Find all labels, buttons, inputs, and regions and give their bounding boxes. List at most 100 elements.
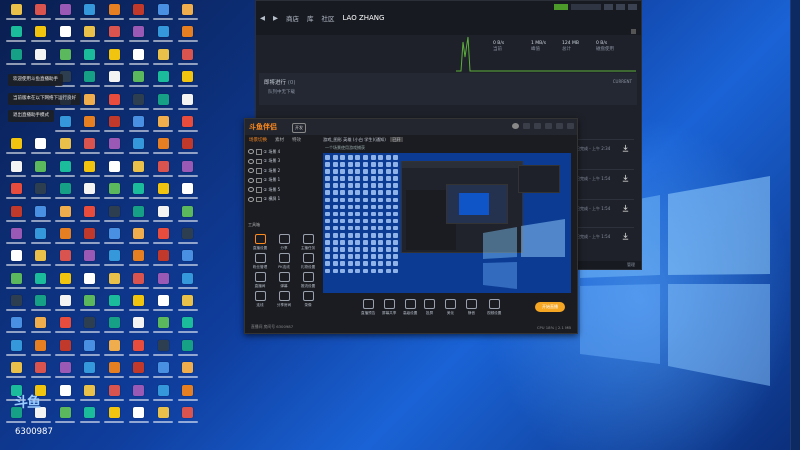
desktop-shortcut-icon[interactable] — [176, 2, 200, 24]
desktop-shortcut-icon[interactable] — [4, 204, 28, 226]
toolbar-button[interactable]: 高级设置 — [403, 299, 417, 316]
desktop-shortcut-icon[interactable] — [127, 360, 151, 382]
desktop-shortcut-icon[interactable] — [29, 226, 53, 248]
desktop-shortcut-icon[interactable] — [78, 2, 102, 24]
desktop-shortcut-icon[interactable] — [78, 69, 102, 91]
desktop-shortcut-icon[interactable] — [127, 271, 151, 293]
desktop-shortcut-icon[interactable] — [102, 136, 126, 158]
desktop-shortcut-icon[interactable] — [176, 24, 200, 46]
desktop-shortcut-icon[interactable] — [53, 159, 77, 181]
toolbar-button[interactable]: 直播预告 — [361, 299, 375, 316]
back-arrow-icon[interactable]: ◀ — [260, 14, 265, 22]
lock-icon[interactable] — [256, 158, 262, 164]
desktop-shortcut-icon[interactable] — [176, 181, 200, 203]
eye-icon[interactable] — [248, 158, 254, 164]
desktop-shortcut-icon[interactable] — [53, 47, 77, 69]
eye-icon[interactable] — [248, 196, 254, 202]
desktop-shortcut-icon[interactable] — [102, 338, 126, 360]
desktop-shortcut-icon[interactable] — [151, 383, 175, 405]
desktop-shortcut-icon[interactable] — [102, 315, 126, 337]
desktop-shortcut-icon[interactable] — [151, 338, 175, 360]
desktop-shortcut-icon[interactable] — [4, 315, 28, 337]
close-button[interactable] — [628, 4, 637, 10]
desktop-shortcut-icon[interactable] — [127, 204, 151, 226]
desktop-shortcut-icon[interactable] — [102, 181, 126, 203]
desktop-shortcut-icon[interactable] — [151, 271, 175, 293]
minimize-button[interactable] — [556, 123, 563, 129]
desktop-shortcut-icon[interactable] — [4, 136, 28, 158]
desktop-shortcut-icon[interactable] — [53, 2, 77, 24]
desktop-shortcut-icon[interactable] — [176, 204, 200, 226]
toolbar-button[interactable]: 美化 — [445, 299, 456, 316]
desktop-shortcut-icon[interactable] — [127, 2, 151, 24]
desktop-shortcut-icon[interactable] — [151, 248, 175, 270]
desktop-shortcut-icon[interactable] — [127, 315, 151, 337]
desktop-shortcut-icon[interactable] — [53, 226, 77, 248]
desktop-shortcut-icon[interactable] — [53, 293, 77, 315]
desktop-shortcut-icon[interactable] — [4, 47, 28, 69]
scene-item[interactable]: ① 场景 5 — [248, 185, 318, 195]
tab-scenes[interactable]: 场景切换 — [249, 137, 267, 143]
desktop-shortcut-icon[interactable] — [78, 159, 102, 181]
desktop-shortcut-icon[interactable] — [4, 248, 28, 270]
desktop-shortcut-icon[interactable] — [102, 204, 126, 226]
toolbar-button[interactable]: 屏幕共享 — [382, 299, 396, 316]
desktop-shortcut-icon[interactable] — [78, 315, 102, 337]
desktop-shortcut-icon[interactable] — [176, 360, 200, 382]
mail-icon[interactable] — [523, 123, 530, 129]
toolbox-item[interactable]: PK连线 — [272, 253, 296, 272]
desktop-shortcut-icon[interactable] — [176, 92, 200, 114]
desktop-shortcut-icon[interactable] — [78, 181, 102, 203]
toolbar-button[interactable]: 投屏 — [424, 299, 435, 316]
eye-icon[interactable] — [248, 168, 254, 174]
download-icon[interactable] — [621, 232, 630, 241]
desktop-shortcut-icon[interactable] — [151, 159, 175, 181]
desktop-shortcut-icon[interactable] — [29, 338, 53, 360]
desktop-shortcut-icon[interactable] — [151, 315, 175, 337]
desktop-shortcut-icon[interactable] — [78, 92, 102, 114]
eye-icon[interactable] — [248, 149, 254, 155]
manage-label[interactable]: 管理 — [627, 262, 635, 268]
desktop-shortcut-icon[interactable] — [151, 293, 175, 315]
desktop-shortcut-icon[interactable] — [102, 248, 126, 270]
desktop-shortcut-icon[interactable] — [4, 159, 28, 181]
scene-item[interactable]: ① 场景 2 — [248, 166, 318, 176]
desktop-shortcut-icon[interactable] — [53, 338, 77, 360]
desktop-shortcut-icon[interactable] — [127, 226, 151, 248]
desktop-shortcut-icon[interactable] — [127, 248, 151, 270]
toolbox-item[interactable]: 直播设置 — [248, 234, 272, 253]
desktop-shortcut-icon[interactable] — [151, 24, 175, 46]
desktop-shortcut-icon[interactable] — [151, 226, 175, 248]
download-icon[interactable] — [621, 174, 630, 183]
desktop-shortcut-icon[interactable] — [176, 248, 200, 270]
desktop-shortcut-icon[interactable] — [151, 360, 175, 382]
avatar[interactable] — [512, 123, 519, 129]
desktop-shortcut-icon[interactable] — [127, 47, 151, 69]
desktop-shortcut-icon[interactable] — [151, 47, 175, 69]
desktop-shortcut-icon[interactable] — [29, 293, 53, 315]
minimize-button[interactable] — [604, 4, 613, 10]
desktop-shortcut-icon[interactable] — [176, 271, 200, 293]
desktop-shortcut-icon[interactable] — [176, 315, 200, 337]
toolbox-item[interactable]: 主播任务 — [296, 234, 320, 253]
desktop-shortcut-icon[interactable] — [176, 383, 200, 405]
tab-sources[interactable]: 素材 — [275, 137, 284, 143]
desktop-shortcut-icon[interactable] — [102, 2, 126, 24]
desktop-shortcut-icon[interactable] — [127, 293, 151, 315]
toolbar-button[interactable]: 视频设置 — [487, 299, 501, 316]
nav-community[interactable]: 社区 — [322, 13, 335, 23]
desktop-shortcut-icon[interactable] — [102, 24, 126, 46]
desktop-shortcut-icon[interactable] — [78, 405, 102, 427]
notification-icon[interactable] — [554, 4, 568, 10]
toolbox-item[interactable]: 礼物设置 — [296, 253, 320, 272]
desktop-shortcut-icon[interactable] — [78, 136, 102, 158]
desktop-shortcut-icon[interactable] — [151, 114, 175, 136]
toolbox-item[interactable]: 分享房间 — [272, 291, 296, 310]
lock-icon[interactable] — [256, 196, 262, 202]
desktop-shortcut-icon[interactable] — [29, 181, 53, 203]
desktop-shortcut-icon[interactable] — [102, 92, 126, 114]
desktop-shortcut-icon[interactable] — [53, 315, 77, 337]
desktop-shortcut-icon[interactable] — [176, 226, 200, 248]
desktop-shortcut-icon[interactable] — [127, 338, 151, 360]
desktop-shortcut-icon[interactable] — [53, 204, 77, 226]
